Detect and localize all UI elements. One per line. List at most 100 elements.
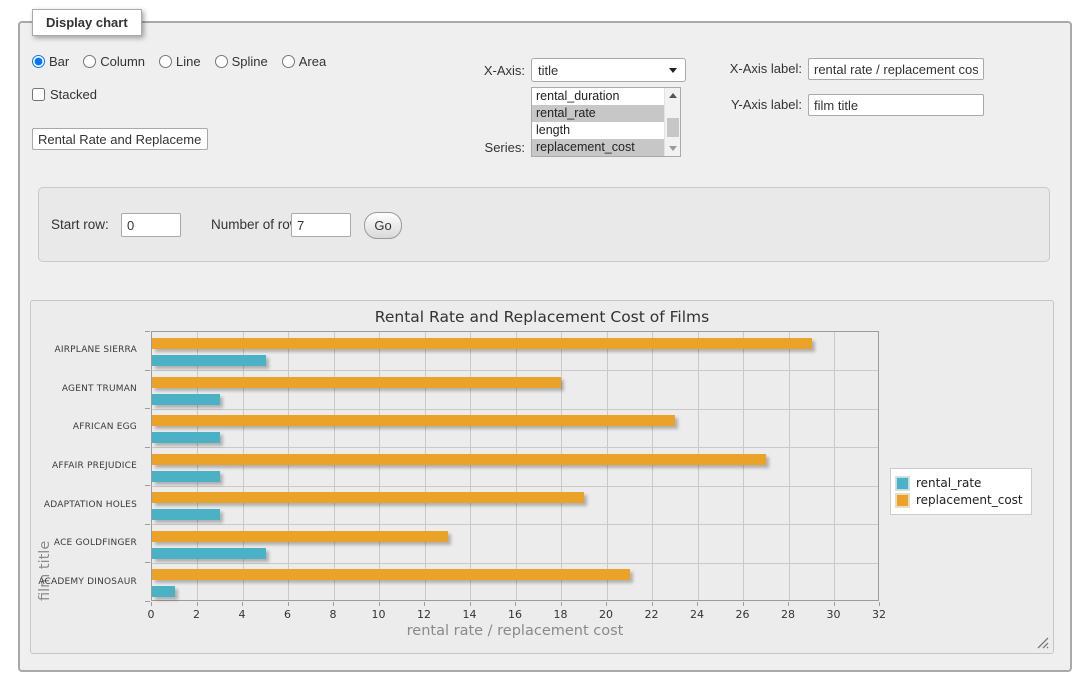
x-tick-label: 14 (455, 608, 485, 621)
stacked-option[interactable]: Stacked (32, 87, 97, 102)
x-tick-mark (470, 602, 471, 606)
chart-type-radios: Bar Column Line Spline Area (32, 54, 326, 69)
x-tick-label: 2 (182, 608, 212, 621)
listbox-option-length[interactable]: length (532, 122, 680, 139)
go-button[interactable]: Go (364, 212, 402, 239)
gridline-h (152, 563, 878, 564)
x-axis-label-input[interactable] (808, 58, 984, 80)
x-tick-label: 8 (318, 608, 348, 621)
category-label: AIRPLANE SIERRA (31, 345, 144, 355)
x-tick-mark (697, 602, 698, 606)
bar-rental_rate (152, 586, 175, 597)
chart-title: Rental Rate and Replacement Cost of Film… (31, 308, 1053, 326)
radio-input-column[interactable] (83, 55, 96, 68)
gridline-v (561, 332, 562, 600)
listbox-option-replacement_cost[interactable]: replacement_cost (532, 139, 680, 156)
x-tick-label: 6 (273, 608, 303, 621)
gridline-v (789, 332, 790, 600)
legend-label: rental_rate (916, 476, 981, 490)
category-label: ACADEMY DINOSAUR (31, 577, 144, 587)
x-tick-mark (561, 602, 562, 606)
gridline-v (470, 332, 471, 600)
listbox-scrollbar[interactable] (664, 88, 680, 156)
resize-handle-icon[interactable] (1037, 637, 1049, 649)
x-tick-mark (197, 602, 198, 606)
x-tick-label: 26 (728, 608, 758, 621)
radio-option-line[interactable]: Line (159, 54, 201, 69)
x-tick-mark (788, 602, 789, 606)
radio-input-line[interactable] (159, 55, 172, 68)
radio-option-spline[interactable]: Spline (215, 54, 268, 69)
radio-option-bar[interactable]: Bar (32, 54, 69, 69)
gridline-v (243, 332, 244, 600)
y-tick-mark (145, 524, 150, 525)
scroll-down-icon (669, 146, 677, 151)
x-tick-label: 4 (227, 608, 257, 621)
x-axis-select[interactable]: title (531, 58, 686, 82)
x-tick-mark (379, 602, 380, 606)
gridline-h (152, 524, 878, 525)
chart-title-input[interactable] (32, 128, 208, 150)
stacked-checkbox[interactable] (32, 88, 45, 101)
x-axis-select-value: title (538, 63, 558, 78)
x-tick-mark (424, 602, 425, 606)
fieldset-legend: Display chart (32, 9, 142, 36)
legend-swatch-rental_rate (896, 477, 909, 490)
scrollbar-thumb[interactable] (667, 118, 679, 137)
radio-input-area[interactable] (282, 55, 295, 68)
legend-item: replacement_cost (896, 493, 1023, 507)
bar-rental_rate (152, 394, 220, 405)
series-listbox[interactable]: rental_durationrental_ratelengthreplacem… (531, 87, 681, 157)
scroll-down-button[interactable] (665, 141, 681, 156)
y-tick-mark (145, 331, 150, 332)
num-rows-input[interactable] (291, 213, 351, 237)
series-select-label: Series: (440, 140, 525, 155)
scroll-up-icon (669, 93, 677, 98)
gridline-v (834, 332, 835, 600)
radio-option-column[interactable]: Column (83, 54, 145, 69)
y-tick-mark (145, 485, 150, 486)
gridline-v (379, 332, 380, 600)
listbox-option-rental_rate[interactable]: rental_rate (532, 105, 680, 122)
gridline-v (334, 332, 335, 600)
bar-rental_rate (152, 509, 220, 520)
gridline-v (197, 332, 198, 600)
y-axis-label-label: Y-Axis label: (700, 97, 802, 112)
radio-input-spline[interactable] (215, 55, 228, 68)
display-chart-fieldset: Display chart BarColumnLineSplineArea St… (18, 21, 1072, 672)
start-row-input[interactable] (121, 213, 181, 237)
listbox-option-rental_duration[interactable]: rental_duration (532, 88, 680, 105)
radio-label: Line (176, 54, 201, 69)
y-tick-mark (145, 370, 150, 371)
x-axis-title: rental rate / replacement cost (151, 623, 879, 639)
x-tick-mark (606, 602, 607, 606)
stacked-label: Stacked (50, 87, 97, 102)
gridline-v (743, 332, 744, 600)
bar-replacement_cost (152, 492, 584, 503)
gridline-v (516, 332, 517, 600)
rows-panel: Start row: Number of rows: Go (38, 187, 1050, 262)
x-tick-label: 12 (409, 608, 439, 621)
y-axis-label-input[interactable] (808, 94, 984, 116)
chart-legend: rental_rate replacement_cost (890, 468, 1032, 515)
x-tick-label: 30 (819, 608, 849, 621)
x-tick-mark (288, 602, 289, 606)
x-tick-label: 0 (136, 608, 166, 621)
x-tick-label: 20 (591, 608, 621, 621)
radio-input-bar[interactable] (32, 55, 45, 68)
scroll-up-button[interactable] (665, 88, 681, 103)
legend-item: rental_rate (896, 476, 1023, 490)
series-listbox-options: rental_durationrental_ratelengthreplacem… (532, 88, 680, 156)
start-row-label: Start row: (51, 217, 109, 232)
bar-rental_rate (152, 355, 266, 366)
x-tick-mark (879, 602, 880, 606)
bar-replacement_cost (152, 531, 448, 542)
bar-rental_rate (152, 432, 220, 443)
gridline-h (152, 370, 878, 371)
radio-option-area[interactable]: Area (282, 54, 326, 69)
radio-label: Bar (49, 54, 69, 69)
x-tick-label: 22 (637, 608, 667, 621)
legend-swatch-replacement_cost (896, 494, 909, 507)
gridline-v (425, 332, 426, 600)
x-tick-mark (743, 602, 744, 606)
